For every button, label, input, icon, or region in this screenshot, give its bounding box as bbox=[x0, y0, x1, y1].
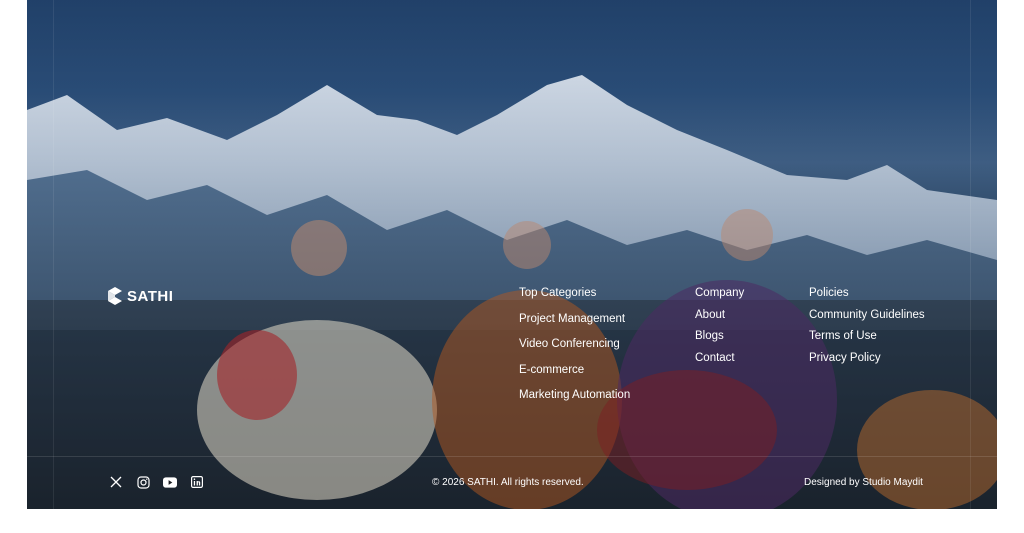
copyright-text: © 2026 SATHI. All rights reserved. bbox=[432, 477, 584, 488]
designer-credit[interactable]: Designed by Studio Maydit bbox=[804, 477, 923, 488]
footer-logo[interactable]: SATHI bbox=[107, 287, 173, 305]
youtube-icon[interactable] bbox=[163, 475, 177, 489]
nav-policies[interactable]: Policies bbox=[809, 287, 925, 309]
nav-contact[interactable]: Contact bbox=[695, 352, 744, 374]
brand-name: SATHI bbox=[127, 287, 174, 305]
nav-about[interactable]: About bbox=[695, 309, 744, 331]
categories-column: Top Categories Project Management Video … bbox=[519, 287, 630, 415]
nav-marketing-automation[interactable]: Marketing Automation bbox=[519, 389, 630, 415]
footer-divider bbox=[27, 456, 997, 457]
sathi-logo-icon bbox=[108, 287, 122, 305]
guide-line-right bbox=[970, 0, 971, 509]
nav-e-commerce[interactable]: E-commerce bbox=[519, 364, 630, 390]
guide-line-left bbox=[53, 0, 54, 509]
nav-top-categories[interactable]: Top Categories bbox=[519, 287, 630, 313]
nav-terms-of-use[interactable]: Terms of Use bbox=[809, 330, 925, 352]
company-column: Company About Blogs Contact bbox=[695, 287, 744, 373]
background-painting bbox=[27, 75, 997, 509]
nav-company[interactable]: Company bbox=[695, 287, 744, 309]
policies-column: Policies Community Guidelines Terms of U… bbox=[809, 287, 925, 373]
linkedin-icon[interactable] bbox=[190, 475, 204, 489]
nav-video-conferencing[interactable]: Video Conferencing bbox=[519, 338, 630, 364]
x-icon[interactable] bbox=[109, 475, 123, 489]
site-footer: SATHI Top Categories Project Management … bbox=[27, 0, 997, 509]
instagram-icon[interactable] bbox=[136, 475, 150, 489]
nav-privacy-policy[interactable]: Privacy Policy bbox=[809, 352, 925, 374]
nav-project-management[interactable]: Project Management bbox=[519, 313, 630, 339]
nav-blogs[interactable]: Blogs bbox=[695, 330, 744, 352]
nav-community-guidelines[interactable]: Community Guidelines bbox=[809, 309, 925, 331]
social-links bbox=[109, 475, 204, 489]
